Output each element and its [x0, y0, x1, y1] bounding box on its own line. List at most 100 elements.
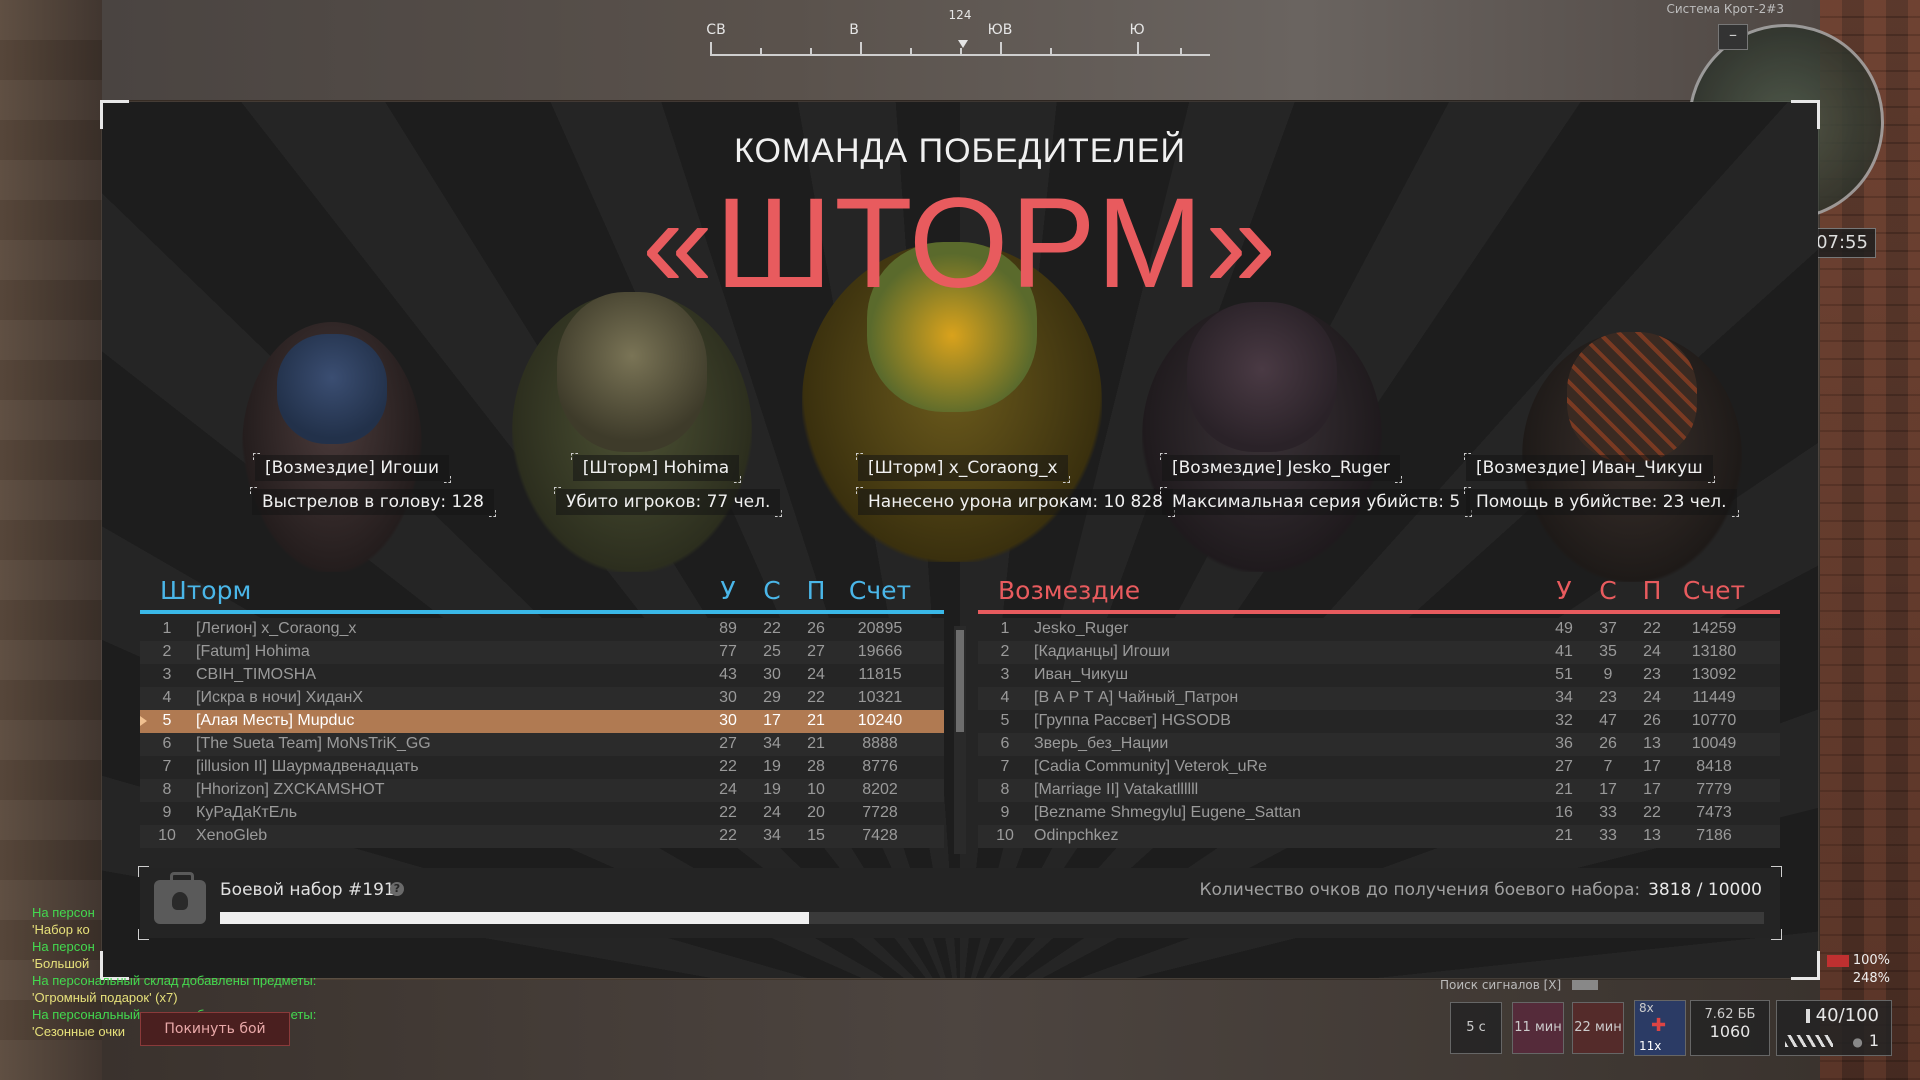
- assists-cell: 21: [807, 712, 825, 729]
- table-row[interactable]: 1 [Легион] x_Coraong_x 89 22 26 20895: [140, 618, 944, 641]
- caliber-box: 7.62 ББ 1060: [1690, 1000, 1770, 1056]
- compass-label-se: ЮВ: [987, 22, 1013, 38]
- ammo-caliber: 7.62 ББ: [1704, 1007, 1756, 1022]
- ability-slot-1[interactable]: 5 с: [1450, 1002, 1502, 1054]
- rank-cell: 10: [996, 827, 1014, 844]
- award-card: [Возмездие] Jesko_Ruger Максимальная сер…: [1159, 453, 1473, 517]
- medkit-slot[interactable]: 8x ✚ 11x: [1634, 1000, 1686, 1056]
- rank-cell: 9: [1000, 804, 1010, 821]
- player-name: [В А Р Т А] Чайный_Патрон: [1034, 689, 1239, 706]
- col-deaths: С: [763, 576, 781, 605]
- status-pct-1: 100%: [1852, 953, 1890, 968]
- score-cell: 7473: [1696, 804, 1732, 821]
- assists-cell: 15: [807, 827, 825, 844]
- score-cell: 7779: [1696, 781, 1732, 798]
- compass-label-e: В: [849, 22, 859, 38]
- scoreboard-scrollbar[interactable]: [954, 626, 966, 854]
- table-row[interactable]: 7 [illusion II] Шаурмадвенадцать 22 19 28 877…: [140, 756, 944, 779]
- table-row[interactable]: 4 [Искра в ночи] ХиданХ 30 29 22 10321: [140, 687, 944, 710]
- deaths-cell: 25: [763, 643, 781, 660]
- kills-cell: 77: [719, 643, 737, 660]
- kills-cell: 27: [1555, 758, 1573, 775]
- table-row[interactable]: 9 [Bezname Shmegylu] Eugene_Sattan 16 33 22 7…: [978, 802, 1780, 825]
- team-table-shtorm: Шторм У С П Счет 1 [Легион] x_Coraong_x 89…: [140, 572, 944, 848]
- player-name: [Bezname Shmegylu] Eugene_Sattan: [1034, 804, 1301, 821]
- kills-cell: 49: [1555, 620, 1573, 637]
- deaths-cell: 47: [1599, 712, 1617, 729]
- table-row[interactable]: 2 [Кадианцы] Игоши 41 35 24 13180: [978, 641, 1780, 664]
- deaths-cell: 29: [763, 689, 781, 706]
- rank-cell: 4: [1000, 689, 1010, 706]
- compass-heading: 124: [948, 8, 972, 22]
- assists-cell: 26: [807, 620, 825, 637]
- deaths-cell: 19: [763, 758, 781, 775]
- slot-cooldown: 11 мин: [1514, 1020, 1562, 1035]
- battle-kit-points: Количество очков до получения боевого на…: [1199, 880, 1762, 900]
- table-row[interactable]: 4 [В А Р Т А] Чайный_Патрон 34 23 24 11449: [978, 687, 1780, 710]
- player-figure: [242, 322, 422, 572]
- rank-cell: 5: [162, 712, 172, 729]
- info-icon[interactable]: ?: [390, 882, 404, 896]
- assists-cell: 21: [807, 735, 825, 752]
- table-row[interactable]: 3 Иван_Чикуш 51 9 23 13092: [978, 664, 1780, 687]
- leave-battle-button[interactable]: Покинуть бой: [140, 1012, 290, 1046]
- table-row[interactable]: 6 [The Sueta Team] MoNsTriK_GG 27 34 21 8888: [140, 733, 944, 756]
- minimap-collapse-button[interactable]: –: [1718, 24, 1748, 50]
- scoreboard-panel: КОМАНДА ПОБЕДИТЕЛЕЙ «ШТОРМ» [Возмездие] …: [100, 100, 1820, 980]
- rank-cell: 9: [162, 804, 172, 821]
- table-row[interactable]: 1 Jesko_Ruger 49 37 22 14259: [978, 618, 1780, 641]
- ammo-box: 40/100 ● 1: [1776, 1000, 1892, 1056]
- ability-slot-3[interactable]: 22 мин: [1572, 1002, 1624, 1054]
- team-table-vozmezdie: Возмездие У С П Счет 1 Jesko_Ruger 49 37 22 1…: [978, 572, 1780, 848]
- team-accent-line: [978, 610, 1780, 614]
- player-name: XenoGleb: [196, 827, 268, 844]
- score-cell: 8202: [862, 781, 898, 798]
- deaths-cell: 33: [1599, 804, 1617, 821]
- award-stat: Выстрелов в голову: 128: [250, 487, 496, 517]
- team-name: Возмездие: [998, 576, 1141, 605]
- score-cell: 13180: [1691, 643, 1737, 660]
- player-name: [Легион] x_Coraong_x: [196, 620, 357, 637]
- table-row[interactable]: 10 XenoGleb 22 34 15 7428: [140, 825, 944, 848]
- table-row[interactable]: 8 [Hhorizon] ZXCKAMSHOT 24 19 10 8202: [140, 779, 944, 802]
- score-cell: 20895: [857, 620, 903, 637]
- kills-cell: 27: [719, 735, 737, 752]
- score-cell: 7186: [1696, 827, 1732, 844]
- score-cell: 11815: [858, 666, 902, 683]
- kills-cell: 22: [719, 827, 737, 844]
- score-cell: 10049: [1691, 735, 1737, 752]
- kills-cell: 51: [1555, 666, 1573, 683]
- compass-label-ne: СВ: [706, 22, 726, 38]
- award-card: [Возмездие] Игоши Выстрелов в голову: 12…: [250, 453, 496, 517]
- medkit-stack: 11x: [1639, 1039, 1662, 1053]
- rank-cell: 10: [158, 827, 176, 844]
- score-cell: 8418: [1696, 758, 1732, 775]
- table-row[interactable]: 8 [Marriage II] Vatakatllllll 21 17 17 7779: [978, 779, 1780, 802]
- health-icon: [1826, 954, 1849, 967]
- col-score: Счет: [1682, 576, 1746, 605]
- table-row-current-player[interactable]: 5 [Алая Месть] Mupduc 30 17 21 10240: [140, 710, 944, 733]
- table-row[interactable]: 9 КуРаДаКтЕль 22 24 20 7728: [140, 802, 944, 825]
- score-cell: 10240: [857, 712, 903, 729]
- player-name: [Кадианцы] Игоши: [1034, 643, 1170, 660]
- scrollbar-thumb[interactable]: [956, 630, 964, 732]
- table-row[interactable]: 2 [Fatum] Hohima 77 25 27 19666: [140, 641, 944, 664]
- kills-cell: 21: [1555, 781, 1573, 798]
- assists-cell: 13: [1643, 735, 1661, 752]
- table-row[interactable]: 7 [Cadia Community] Veterok_uRe 27 7 17 8418: [978, 756, 1780, 779]
- ability-slot-2[interactable]: 11 мин: [1512, 1002, 1564, 1054]
- table-row[interactable]: 6 Зверь_без_Нации 36 26 13 10049: [978, 733, 1780, 756]
- award-player: [Возмездие] Jesko_Ruger: [1160, 453, 1402, 483]
- rank-cell: 3: [1000, 666, 1010, 683]
- deaths-cell: 30: [763, 666, 781, 683]
- table-row[interactable]: 5 [Группа Рассвет] HGSODB 32 47 26 10770: [978, 710, 1780, 733]
- grenade-icon: ●: [1852, 1035, 1863, 1049]
- award-card: [Шторм] x_Coraong_x Нанесено урона игрок…: [856, 453, 1175, 517]
- deaths-cell: 17: [1599, 781, 1617, 798]
- table-row[interactable]: 10 Odinpchkez 21 33 13 7186: [978, 825, 1780, 848]
- kills-cell: 41: [1555, 643, 1573, 660]
- deaths-cell: 19: [763, 781, 781, 798]
- table-row[interactable]: 3 CBIH_TIMOSHA 43 30 24 11815: [140, 664, 944, 687]
- assists-cell: 27: [807, 643, 825, 660]
- deaths-cell: 26: [1599, 735, 1617, 752]
